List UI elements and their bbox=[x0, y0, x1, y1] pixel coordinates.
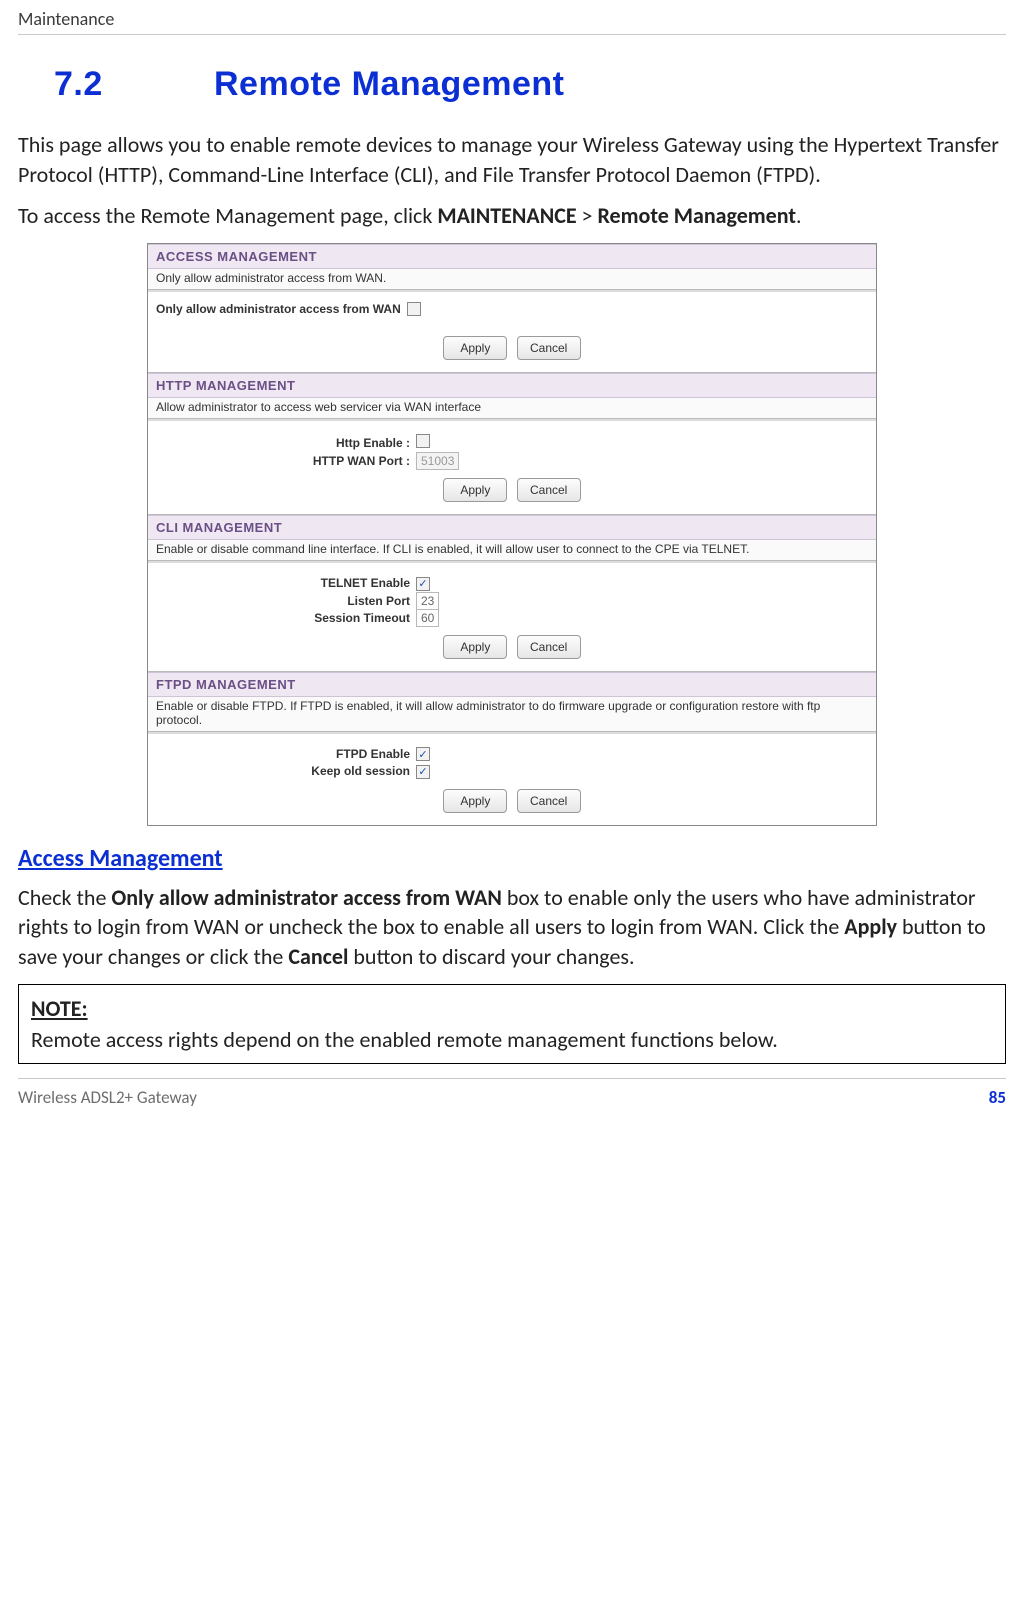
http-port-input[interactable]: 51003 bbox=[416, 452, 459, 470]
panel-heading-http: HTTP MANAGEMENT bbox=[148, 373, 876, 398]
panel-desc-ftpd: Enable or disable FTPD. If FTPD is enabl… bbox=[148, 697, 876, 732]
intro-paragraph-1: This page allows you to enable remote de… bbox=[18, 130, 1006, 189]
http-port-label: HTTP WAN Port : bbox=[156, 454, 416, 468]
wan-admin-row: Only allow administrator access from WAN bbox=[148, 290, 876, 326]
apply-button[interactable]: Apply bbox=[443, 789, 507, 813]
chapter-title: Maintenance bbox=[18, 8, 1006, 30]
section-heading: 7.2Remote Management bbox=[54, 65, 1006, 104]
panel-cli-management: CLI MANAGEMENT Enable or disable command… bbox=[148, 515, 876, 672]
nav-remote-management: Remote Management bbox=[597, 202, 796, 229]
keep-session-checkbox[interactable]: ✓ bbox=[416, 765, 430, 779]
panel-access-management: ACCESS MANAGEMENT Only allow administrat… bbox=[148, 244, 876, 373]
note-label: NOTE: bbox=[31, 995, 993, 1022]
panel-desc-access: Only allow administrator access from WAN… bbox=[148, 269, 876, 290]
page-footer: Wireless ADSL2+ Gateway 85 bbox=[18, 1078, 1006, 1122]
panel-http-management: HTTP MANAGEMENT Allow administrator to a… bbox=[148, 373, 876, 515]
footer-product: Wireless ADSL2+ Gateway bbox=[18, 1087, 197, 1108]
cancel-button[interactable]: Cancel bbox=[517, 635, 581, 659]
keep-session-label: Keep old session bbox=[156, 764, 416, 778]
session-timeout-input[interactable]: 60 bbox=[416, 609, 439, 627]
cancel-button[interactable]: Cancel bbox=[517, 478, 581, 502]
ftpd-enable-label: FTPD Enable bbox=[156, 747, 416, 761]
section-number: 7.2 bbox=[54, 65, 214, 104]
router-screenshot: ACCESS MANAGEMENT Only allow administrat… bbox=[147, 243, 877, 826]
access-management-heading: Access Management bbox=[18, 844, 1006, 873]
telnet-enable-checkbox[interactable]: ✓ bbox=[416, 577, 430, 591]
panel-heading-ftpd: FTPD MANAGEMENT bbox=[148, 672, 876, 697]
section-title: Remote Management bbox=[214, 65, 564, 103]
nav-maintenance: MAINTENANCE bbox=[437, 202, 576, 229]
panel-ftpd-management: FTPD MANAGEMENT Enable or disable FTPD. … bbox=[148, 672, 876, 825]
listen-port-input[interactable]: 23 bbox=[416, 592, 439, 610]
listen-port-label: Listen Port bbox=[156, 594, 416, 608]
wan-admin-label: Only allow administrator access from WAN bbox=[156, 302, 401, 316]
note-box: NOTE: Remote access rights depend on the… bbox=[18, 984, 1006, 1064]
apply-button[interactable]: Apply bbox=[443, 478, 507, 502]
chapter-header: Maintenance bbox=[18, 0, 1006, 35]
cancel-button[interactable]: Cancel bbox=[517, 789, 581, 813]
footer-page-number: 85 bbox=[989, 1087, 1006, 1108]
header-rule bbox=[18, 34, 1006, 35]
apply-button[interactable]: Apply bbox=[443, 635, 507, 659]
ftpd-enable-checkbox[interactable]: ✓ bbox=[416, 747, 430, 761]
cancel-button[interactable]: Cancel bbox=[517, 336, 581, 360]
apply-button[interactable]: Apply bbox=[443, 336, 507, 360]
http-enable-checkbox[interactable] bbox=[416, 434, 430, 448]
http-enable-label: Http Enable : bbox=[156, 436, 416, 450]
panel-desc-http: Allow administrator to access web servic… bbox=[148, 398, 876, 419]
session-timeout-label: Session Timeout bbox=[156, 611, 416, 625]
panel-heading-cli: CLI MANAGEMENT bbox=[148, 515, 876, 540]
note-text: Remote access rights depend on the enabl… bbox=[31, 1026, 993, 1053]
panel-heading-access: ACCESS MANAGEMENT bbox=[148, 244, 876, 269]
panel-desc-cli: Enable or disable command line interface… bbox=[148, 540, 876, 561]
wan-admin-checkbox[interactable] bbox=[407, 302, 421, 316]
intro-paragraph-2: To access the Remote Management page, cl… bbox=[18, 201, 1006, 231]
access-management-paragraph: Check the Only allow administrator acces… bbox=[18, 883, 1006, 972]
telnet-enable-label: TELNET Enable bbox=[156, 576, 416, 590]
